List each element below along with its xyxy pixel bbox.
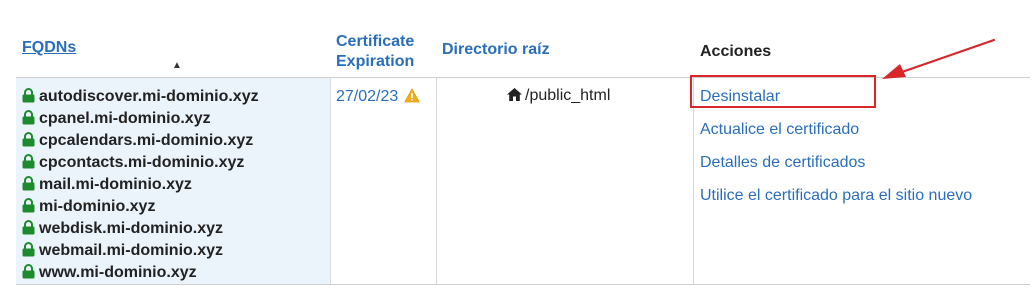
lock-icon bbox=[22, 198, 35, 220]
fqdn-item: webdisk.mi-dominio.xyz bbox=[22, 218, 259, 240]
column-header-fqdns[interactable]: FQDNs bbox=[22, 38, 76, 58]
column-divider bbox=[693, 78, 694, 284]
certificate-details-link[interactable]: Detalles de certificados bbox=[700, 152, 972, 185]
home-icon bbox=[506, 87, 523, 108]
fqdn-list: autodiscover.mi-dominio.xyz cpanel.mi-do… bbox=[22, 86, 259, 284]
update-certificate-link[interactable]: Actualice el certificado bbox=[700, 119, 972, 152]
use-certificate-new-site-link[interactable]: Utilice el certificado para el sitio nue… bbox=[700, 185, 972, 218]
column-header-acciones: Acciones bbox=[700, 43, 772, 60]
lock-icon bbox=[22, 132, 35, 154]
warning-icon bbox=[404, 88, 420, 110]
lock-icon bbox=[22, 242, 35, 264]
fqdn-text: cpanel.mi-dominio.xyz bbox=[39, 110, 211, 127]
table-bottom-divider bbox=[16, 284, 1030, 285]
fqdn-item: cpcontacts.mi-dominio.xyz bbox=[22, 152, 259, 174]
fqdn-text: www.mi-dominio.xyz bbox=[39, 264, 197, 281]
fqdn-text: cpcalendars.mi-dominio.xyz bbox=[39, 132, 254, 149]
document-root-path: /public_html bbox=[525, 87, 611, 104]
lock-icon bbox=[22, 154, 35, 176]
fqdn-text: cpcontacts.mi-dominio.xyz bbox=[39, 154, 245, 171]
column-header-certificate-expiration[interactable]: Certificate Expiration bbox=[336, 32, 414, 72]
expiration-date[interactable]: 27/02/23 bbox=[336, 86, 420, 110]
fqdn-item: mail.mi-dominio.xyz bbox=[22, 174, 259, 196]
lock-icon bbox=[22, 110, 35, 132]
sort-ascending-icon[interactable]: ▲ bbox=[172, 60, 182, 71]
annotation-arrow-icon bbox=[882, 38, 996, 79]
lock-icon bbox=[22, 220, 35, 242]
fqdn-item: mi-dominio.xyz bbox=[22, 196, 259, 218]
fqdn-item: webmail.mi-dominio.xyz bbox=[22, 240, 259, 262]
column-header-expiration-line2: Expiration bbox=[336, 53, 415, 70]
ssl-certificates-table: FQDNs ▲ Certificate Expiration Directori… bbox=[16, 0, 1030, 294]
fqdn-text: mail.mi-dominio.xyz bbox=[39, 176, 192, 193]
fqdn-text: webmail.mi-dominio.xyz bbox=[39, 242, 224, 259]
fqdn-item: autodiscover.mi-dominio.xyz bbox=[22, 86, 259, 108]
fqdn-text: webdisk.mi-dominio.xyz bbox=[39, 220, 224, 237]
column-header-expiration-line1: Certificate bbox=[336, 33, 415, 50]
lock-icon bbox=[22, 264, 35, 286]
fqdn-item: www.mi-dominio.xyz bbox=[22, 262, 259, 284]
lock-icon bbox=[22, 176, 35, 198]
expiration-date-text: 27/02/23 bbox=[336, 88, 399, 105]
fqdn-item: cpcalendars.mi-dominio.xyz bbox=[22, 130, 259, 152]
column-divider bbox=[436, 78, 437, 284]
fqdn-text: autodiscover.mi-dominio.xyz bbox=[39, 88, 259, 105]
fqdn-item: cpanel.mi-dominio.xyz bbox=[22, 108, 259, 130]
column-header-directorio-raiz[interactable]: Directorio raíz bbox=[442, 40, 550, 60]
lock-icon bbox=[22, 88, 35, 110]
highlight-box bbox=[690, 75, 876, 108]
fqdn-text: mi-dominio.xyz bbox=[39, 198, 156, 215]
document-root: /public_html bbox=[506, 86, 610, 108]
